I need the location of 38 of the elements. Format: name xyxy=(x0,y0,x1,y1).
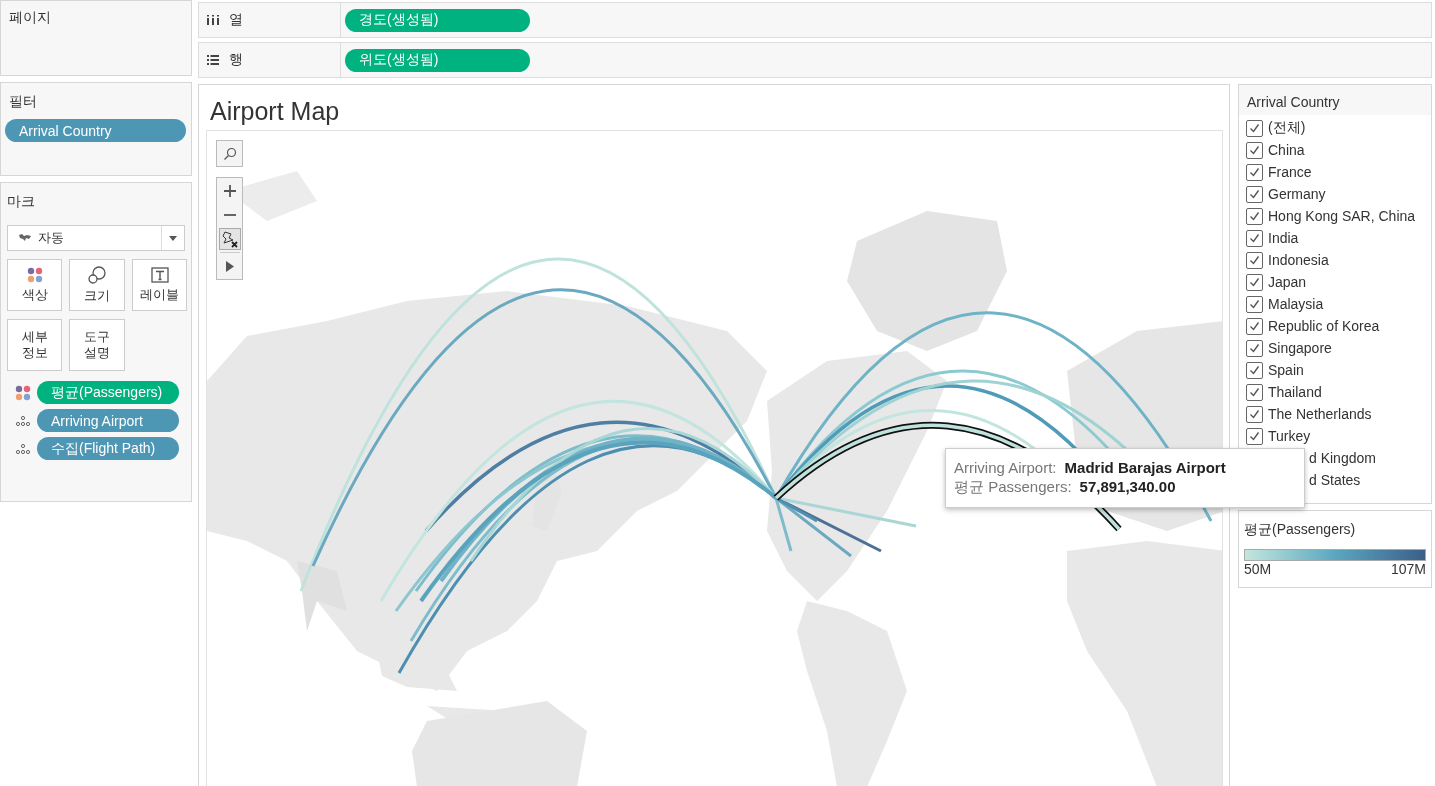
filter-item-label: Japan xyxy=(1268,274,1307,290)
filter-item-label: Indonesia xyxy=(1268,252,1329,268)
filter-item-label: India xyxy=(1268,230,1299,246)
detail-mark-button[interactable]: 세부 정보 xyxy=(7,319,62,371)
pages-shelf-label: 페이지 xyxy=(9,9,51,25)
filter-item-label: d Kingdom xyxy=(1309,450,1376,466)
columns-shelf-label: 열 xyxy=(229,11,243,29)
tooltip-value: 57,891,340.00 xyxy=(1079,478,1176,497)
filter-item-label: Turkey xyxy=(1268,428,1311,444)
sheet-title: Airport Map xyxy=(210,97,340,125)
filter-item-label: d States xyxy=(1309,472,1361,488)
filter-item-label: (전체) xyxy=(1268,119,1306,137)
filters-shelf-label: 필터 xyxy=(8,93,38,111)
tooltip-value: Madrid Barajas Airport xyxy=(1064,459,1226,476)
filter-item-label: Republic of Korea xyxy=(1268,318,1380,334)
filter-item-label: The Netherlands xyxy=(1268,406,1372,422)
filter-item-label: Singapore xyxy=(1268,340,1332,356)
marks-card-label: 마크 xyxy=(7,193,36,211)
legend-max-label: 107M xyxy=(1390,561,1426,577)
tooltip-label: 평균 Passengers: xyxy=(954,478,1072,497)
filter-item-label: Germany xyxy=(1268,186,1326,202)
tooltip-label: Arriving Airport: xyxy=(954,459,1057,476)
text-mark-button[interactable]: 레이블 xyxy=(132,259,187,311)
filter-item-label: Hong Kong SAR, China xyxy=(1268,208,1416,224)
color-mark-button[interactable]: 색상 xyxy=(7,259,62,311)
filter-item-label: China xyxy=(1268,142,1305,158)
size-mark-button[interactable]: 크기 xyxy=(69,259,125,311)
legend-title: 평균(Passengers) xyxy=(1244,521,1357,539)
filter-item-label: Malaysia xyxy=(1268,296,1324,312)
mark-type-dropdown[interactable]: 자동 xyxy=(7,225,185,251)
mark-type-value: 자동 xyxy=(38,229,64,247)
rows-shelf-label: 행 xyxy=(229,51,243,69)
filter-card-title: Arrival Country xyxy=(1247,94,1340,110)
legend-min-label: 50M xyxy=(1244,561,1272,577)
filter-item-label: Spain xyxy=(1268,362,1304,378)
filter-item-label: France xyxy=(1268,164,1312,180)
filter-item-label: Thailand xyxy=(1268,384,1322,400)
tooltip-mark-button[interactable]: 도구 설명 xyxy=(69,319,125,371)
